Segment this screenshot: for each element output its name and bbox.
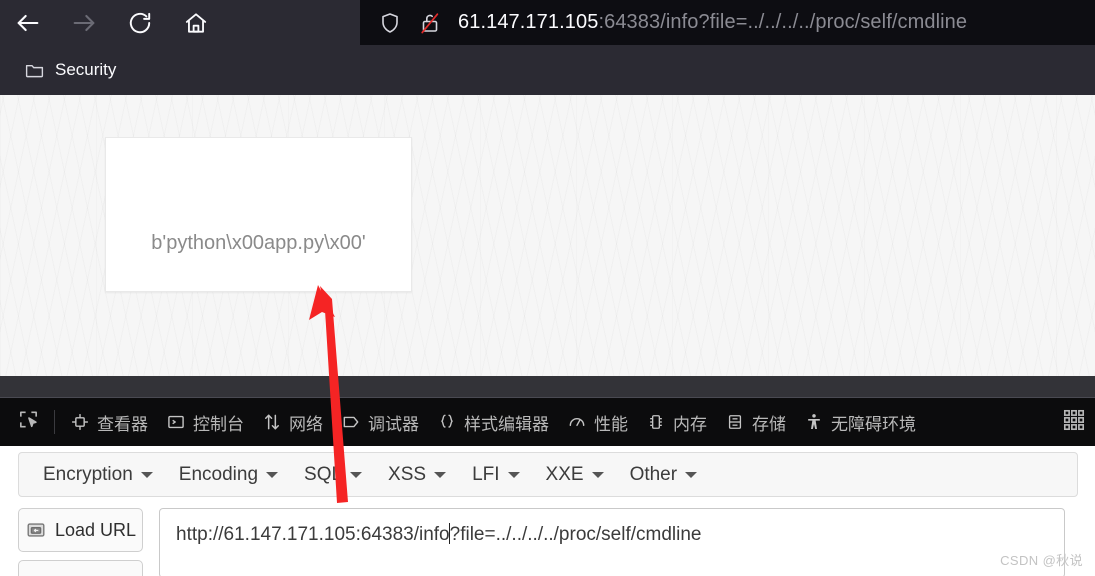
reload-icon [127, 10, 153, 36]
response-card: b'python\x00app.py\x00' [105, 137, 412, 292]
network-icon [262, 412, 282, 432]
hackbar-menu-encryption[interactable]: Encryption [33, 460, 163, 490]
devtools-tab-network[interactable]: 网络 [253, 398, 332, 446]
devtools-toolbar: 查看器 控制台 网络 调试器 样式编辑器 性能 内存 存储 无障碍环境 [0, 398, 1095, 446]
broken-lock-icon[interactable] [418, 11, 442, 35]
shield-icon[interactable] [378, 11, 402, 35]
home-icon [183, 10, 209, 36]
forward-arrow-icon [70, 9, 98, 37]
hackbar-url-row: Load URL http://61.147.171.105:64383/inf… [18, 508, 1065, 576]
devtools-tab-accessibility[interactable]: 无障碍环境 [795, 398, 925, 446]
devtools-tab-label: 调试器 [368, 414, 419, 434]
navigation-toolbar: 61.147.171.105:64383/info?file=../../../… [0, 0, 1095, 45]
bookmark-folder-security[interactable]: Security [16, 56, 124, 85]
reload-button[interactable] [112, 0, 168, 45]
inspector-icon [70, 412, 90, 432]
style-editor-icon [437, 412, 457, 432]
hackbar-menu-label: SQL [304, 463, 343, 485]
hackbar-menu-label: Encryption [43, 463, 133, 485]
devtools-tab-performance[interactable]: 性能 [558, 398, 637, 446]
performance-icon [567, 412, 587, 432]
devtools-tab-console[interactable]: 控制台 [157, 398, 253, 446]
hackbar-menu-label: LFI [472, 463, 500, 485]
devtools-tab-style-editor[interactable]: 样式编辑器 [428, 398, 558, 446]
debugger-icon [341, 412, 361, 432]
element-picker-icon [17, 408, 40, 436]
back-arrow-icon [14, 9, 42, 37]
accessibility-icon [804, 412, 824, 432]
devtools-tab-label: 性能 [594, 414, 628, 434]
url-path: :64383/info?file=../../../../proc/self/c… [598, 11, 968, 33]
split-url-button[interactable] [18, 560, 143, 576]
address-bar[interactable]: 61.147.171.105:64383/info?file=../../../… [360, 0, 1095, 45]
chevron-down-icon [591, 471, 604, 478]
url-input-text-after: ?file=../../../../proc/self/cmdline [449, 524, 702, 545]
hackbar-menu-xss[interactable]: XSS [378, 460, 456, 490]
devtools-tab-label: 无障碍环境 [831, 414, 916, 434]
hackbar-menu-label: Other [629, 463, 678, 485]
toolbar-divider [54, 410, 55, 434]
devtools-tab-memory[interactable]: 内存 [637, 398, 716, 446]
devtools-tab-label: 存储 [752, 414, 786, 434]
hackbar-menu-label: XXE [545, 463, 584, 485]
load-url-icon [25, 519, 47, 541]
hackbar-menu-lfi[interactable]: LFI [462, 460, 529, 490]
browser-window: 61.147.171.105:64383/info?file=../../../… [0, 0, 1095, 576]
chevron-down-icon [507, 471, 520, 478]
split-url-icon [71, 572, 91, 576]
devtools-tab-label: 样式编辑器 [464, 414, 549, 434]
chevron-down-icon [685, 471, 698, 478]
home-button[interactable] [168, 0, 224, 45]
watermark: CSDN @秋说 [1000, 553, 1083, 568]
url-input-text-before: http://61.147.171.105:64383/info [176, 524, 450, 545]
hackbar-menu-label: Encoding [178, 463, 259, 485]
url-host: 61.147.171.105 [458, 11, 599, 33]
load-url-label: Load URL [54, 519, 137, 540]
hackbar-menubar: Encryption Encoding SQL XSS LFI XXE Othe… [18, 452, 1078, 497]
cmdline-output: b'python\x00app.py\x00' [151, 232, 366, 254]
element-picker-button[interactable] [8, 398, 48, 446]
page-viewport: b'python\x00app.py\x00' [0, 95, 1095, 376]
hackbar-menu-xxe[interactable]: XXE [536, 460, 614, 490]
hackbar-menu-label: XSS [388, 463, 427, 485]
hackbar-action-buttons: Load URL [18, 508, 143, 576]
storage-icon [725, 412, 745, 432]
devtools-splitter[interactable] [0, 376, 1095, 398]
folder-icon [24, 60, 45, 81]
url-display[interactable]: 61.147.171.105:64383/info?file=../../../… [458, 11, 967, 34]
chevron-down-icon [266, 471, 279, 478]
devtools-tab-debugger[interactable]: 调试器 [332, 398, 428, 446]
bookmarks-toolbar: Security [0, 45, 1095, 95]
devtools-tab-label: 查看器 [97, 414, 148, 434]
hackbar-panel: Encryption Encoding SQL XSS LFI XXE Othe… [0, 446, 1095, 576]
devtools-tab-label: 内存 [673, 414, 707, 434]
back-button[interactable] [0, 0, 56, 45]
devtools-tab-label: 控制台 [193, 414, 244, 434]
chevron-down-icon [140, 471, 153, 478]
load-url-button[interactable]: Load URL [18, 508, 143, 552]
devtools-tab-storage[interactable]: 存储 [716, 398, 795, 446]
grid-apps-icon [1061, 407, 1087, 438]
devtools-tab-inspector[interactable]: 查看器 [61, 398, 157, 446]
devtools-tab-label: 网络 [289, 414, 323, 434]
hackbar-menu-other[interactable]: Other [620, 460, 708, 490]
hackbar-menu-encoding[interactable]: Encoding [169, 460, 288, 490]
forward-button[interactable] [56, 0, 112, 45]
console-icon [166, 412, 186, 432]
memory-icon [646, 412, 666, 432]
more-tools-button[interactable] [1061, 407, 1087, 438]
hackbar-url-input[interactable]: http://61.147.171.105:64383/info?file=..… [159, 508, 1065, 576]
bookmark-label: Security [55, 60, 117, 79]
hackbar-menu-sql[interactable]: SQL [294, 460, 372, 490]
chevron-down-icon [434, 471, 447, 478]
chevron-down-icon [350, 471, 363, 478]
